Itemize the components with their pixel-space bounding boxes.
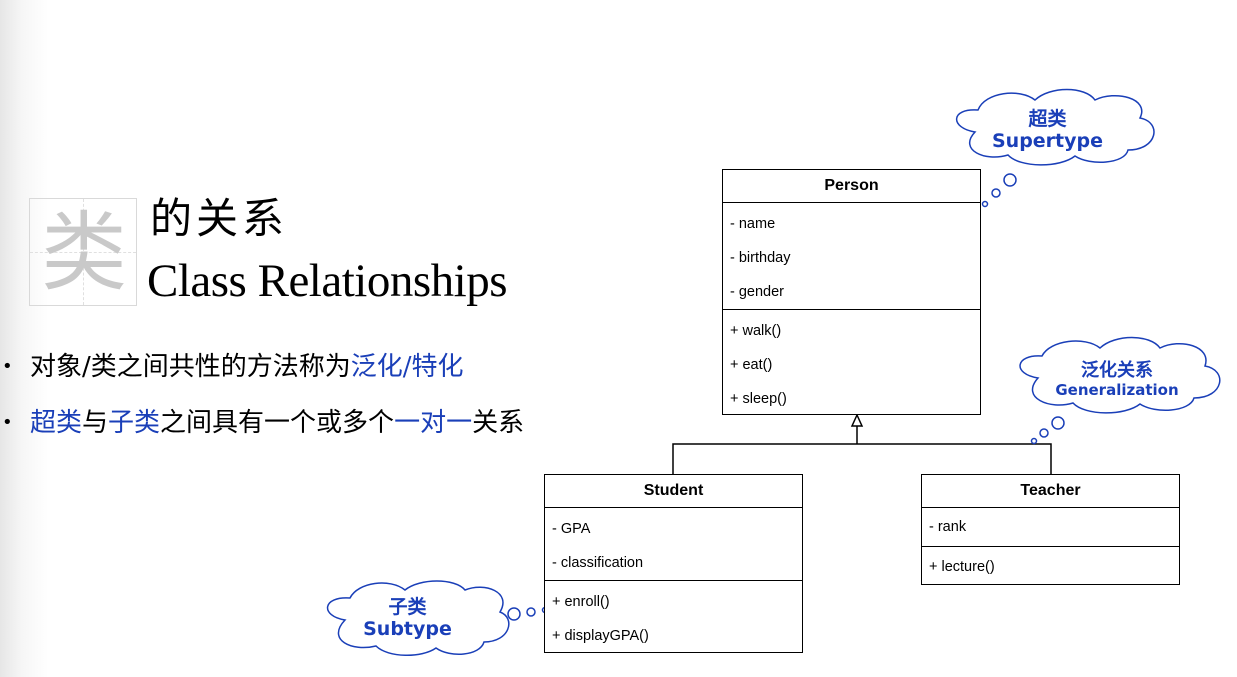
attributes-section-student: - GPA - classification bbox=[545, 508, 802, 581]
class-box-person: Person - name - birthday - gender + walk… bbox=[722, 169, 981, 415]
method-row: + lecture() bbox=[929, 559, 995, 575]
method-row: + sleep() bbox=[730, 391, 787, 407]
attribute-row: - name bbox=[730, 216, 776, 232]
class-name-teacher: Teacher bbox=[922, 475, 1179, 508]
method-row: + walk() bbox=[730, 323, 782, 339]
callout-supertype-cn: 超类 bbox=[1028, 108, 1067, 130]
callout-subtype: 子类 Subtype bbox=[355, 596, 460, 641]
attribute-row: - gender bbox=[730, 284, 785, 300]
class-name-student: Student bbox=[545, 475, 802, 508]
methods-section-person: + walk() + eat() + sleep() bbox=[723, 310, 980, 420]
inheritance-line-teacher bbox=[857, 443, 1052, 474]
methods-section-student: + enroll() + displayGPA() bbox=[545, 581, 802, 657]
method-row: + displayGPA() bbox=[552, 628, 649, 644]
method-row: + eat() bbox=[730, 357, 773, 373]
class-box-student: Student - GPA - classification + enroll(… bbox=[544, 474, 803, 653]
callout-subtype-en: Subtype bbox=[363, 617, 452, 640]
attribute-row: - birthday bbox=[730, 250, 791, 266]
callout-supertype-en: Supertype bbox=[991, 129, 1104, 152]
methods-section-teacher: + lecture() bbox=[922, 547, 1179, 588]
callout-subtype-cn: 子类 bbox=[388, 596, 427, 618]
attributes-section-teacher: - rank bbox=[922, 508, 1179, 547]
attribute-row: - classification bbox=[552, 555, 644, 571]
inheritance-line-student bbox=[672, 443, 857, 474]
attribute-row: - GPA bbox=[552, 521, 591, 537]
method-row: + enroll() bbox=[552, 594, 610, 610]
class-name-person: Person bbox=[723, 170, 980, 203]
callout-generalization-en: Generalization bbox=[1055, 380, 1179, 399]
callout-generalization-cn: 泛化关系 bbox=[1081, 360, 1153, 381]
attributes-section-person: - name - birthday - gender bbox=[723, 203, 980, 310]
attribute-row: - rank bbox=[929, 519, 967, 535]
class-box-teacher: Teacher - rank + lecture() bbox=[921, 474, 1180, 585]
callout-supertype: 超类 Supertype bbox=[985, 108, 1110, 153]
callout-generalization: 泛化关系 Generalization bbox=[1053, 360, 1181, 399]
